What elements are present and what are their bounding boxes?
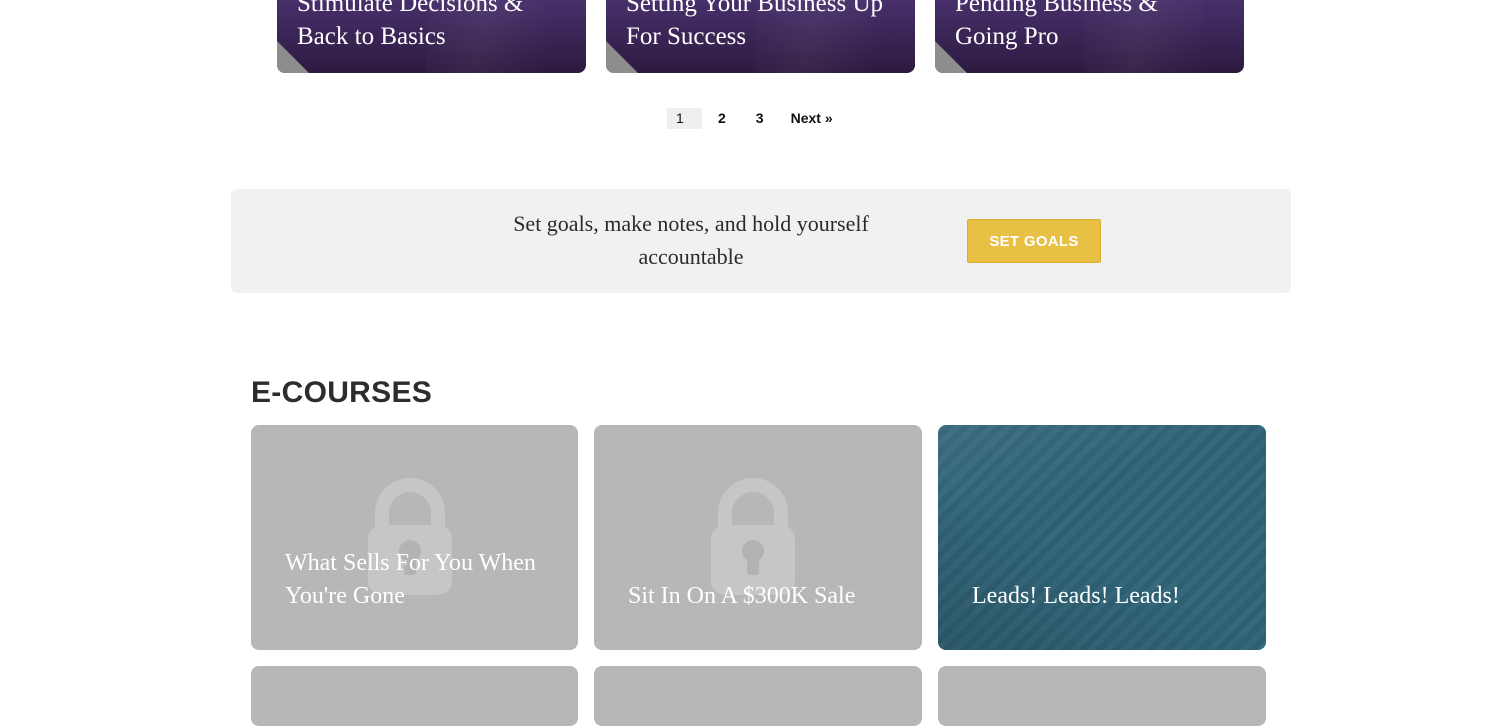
content-card[interactable]: Setting Your Business Up For Success [606, 0, 915, 73]
corner-fold-icon [606, 41, 638, 73]
page-link-2[interactable]: 2 [718, 108, 726, 129]
card-background-image [938, 425, 1266, 650]
course-card-locked[interactable] [938, 666, 1266, 726]
content-card-title: Stimulate Decisions & Back to Basics [297, 0, 524, 50]
course-card-title: Leads! Leads! Leads! [972, 583, 1180, 609]
content-card-title: Pending Business & Going Pro [955, 0, 1158, 50]
content-card[interactable]: Stimulate Decisions & Back to Basics [277, 0, 586, 73]
lock-icon [711, 478, 795, 595]
content-card-title: Setting Your Business Up For Success [626, 0, 883, 50]
goals-banner-text: Set goals, make notes, and hold yourself… [513, 211, 869, 269]
corner-fold-icon [277, 41, 309, 73]
corner-fold-icon [935, 41, 967, 73]
course-card[interactable]: Leads! Leads! Leads! [938, 425, 1266, 650]
page-link-3[interactable]: 3 [756, 108, 764, 129]
course-card-locked[interactable]: Sit In On A $300K Sale [594, 425, 922, 650]
page-link-current: 1 [667, 108, 702, 129]
ecourses-heading: E-COURSES [251, 376, 433, 409]
set-goals-button[interactable]: SET GOALS [967, 219, 1101, 263]
pagination: 1 2 3 Next » [667, 108, 833, 129]
goals-banner: Set goals, make notes, and hold yourself… [231, 189, 1291, 293]
next-page-link[interactable]: Next » [791, 108, 833, 129]
content-card[interactable]: Pending Business & Going Pro [935, 0, 1244, 73]
course-card-title: What Sells For You When You're Gone [285, 550, 536, 609]
course-card-locked[interactable] [251, 666, 578, 726]
course-card-title: Sit In On A $300K Sale [628, 583, 856, 609]
course-card-locked[interactable]: What Sells For You When You're Gone [251, 425, 578, 650]
top-card-row: Stimulate Decisions & Back to Basics Set… [277, 0, 1244, 73]
course-card-locked[interactable] [594, 666, 922, 726]
